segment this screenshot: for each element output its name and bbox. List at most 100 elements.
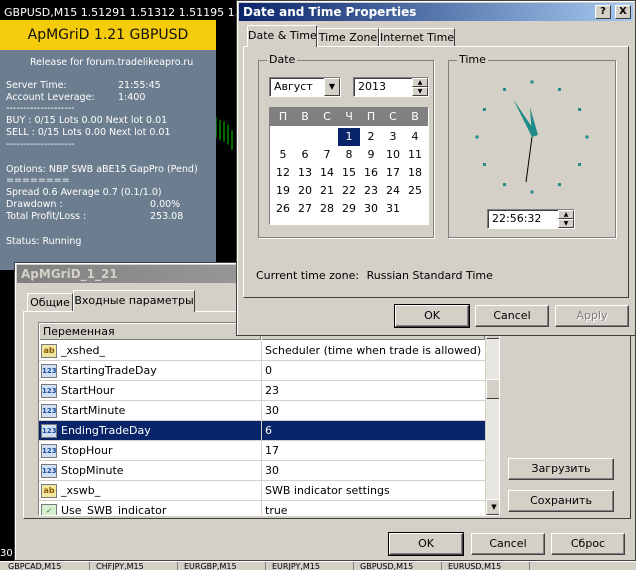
calendar-day[interactable]: 24 bbox=[382, 182, 404, 200]
chart-tab[interactable]: GBPCAD,M15 bbox=[4, 562, 90, 570]
ok-button[interactable]: OK bbox=[388, 532, 464, 556]
parameter-name: EndingTradeDay bbox=[61, 424, 151, 437]
parameter-value[interactable]: 30 bbox=[265, 461, 279, 481]
calendar-day[interactable]: 4 bbox=[404, 128, 426, 146]
datetime-titlebar[interactable]: Date and Time Properties ? X bbox=[239, 3, 633, 21]
tab-inputs[interactable]: Входные параметры bbox=[73, 290, 195, 312]
cancel-button[interactable]: Cancel bbox=[471, 533, 545, 555]
calendar-day[interactable]: 10 bbox=[382, 146, 404, 164]
year-spinner[interactable]: 2013 ▲ ▼ bbox=[353, 77, 429, 97]
chevron-down-icon[interactable]: ▼ bbox=[324, 78, 340, 96]
table-row[interactable]: 123 StartingTradeDay 0 bbox=[39, 361, 485, 381]
number-type-icon: 123 bbox=[41, 424, 57, 438]
calendar-day[interactable]: 31 bbox=[382, 200, 404, 218]
scroll-down-button[interactable]: ▼ bbox=[486, 499, 499, 515]
calendar-day[interactable]: 11 bbox=[404, 146, 426, 164]
calendar-day[interactable]: 1 bbox=[338, 128, 360, 146]
calendar-day[interactable]: 5 bbox=[272, 146, 294, 164]
options-text: Options: NBP SWB aBE15 GapPro (Pend) bbox=[6, 164, 198, 175]
calendar-day[interactable]: 25 bbox=[404, 182, 426, 200]
month-select[interactable]: Август ▼ bbox=[269, 77, 341, 97]
calendar-day[interactable]: 30 bbox=[360, 200, 382, 218]
buy-status: BUY : 0/15 Lots 0.00 Next lot 0.01 bbox=[6, 115, 168, 126]
parameter-value[interactable]: 0 bbox=[265, 361, 272, 381]
calendar-day[interactable]: 19 bbox=[272, 182, 294, 200]
ok-button[interactable]: OK bbox=[394, 304, 470, 328]
tab-internet-time[interactable]: Internet Time bbox=[379, 28, 455, 47]
table-row[interactable]: ✓ Use_SWB_indicator true bbox=[39, 501, 485, 515]
calendar-day[interactable]: 6 bbox=[294, 146, 316, 164]
parameters-table: Переменная ab _xshed_ Scheduler (time when… bbox=[38, 322, 500, 516]
parameter-value[interactable]: true bbox=[265, 501, 288, 515]
spin-up-icon[interactable]: ▲ bbox=[412, 78, 428, 87]
reset-button[interactable]: Сброс bbox=[551, 533, 625, 555]
calendar-day[interactable]: 7 bbox=[316, 146, 338, 164]
chart-tab[interactable]: CHFJPY,M15 bbox=[92, 562, 178, 570]
chart-tab[interactable]: EURUSD,M15 bbox=[444, 562, 530, 570]
calendar-day[interactable]: 15 bbox=[338, 164, 360, 182]
spin-up-icon[interactable]: ▲ bbox=[558, 210, 574, 219]
table-row[interactable]: 123 StartMinute 30 bbox=[39, 401, 485, 421]
parameter-value[interactable]: 6 bbox=[265, 421, 272, 441]
tab-general[interactable]: Общие bbox=[27, 293, 73, 311]
calendar-day[interactable]: 2 bbox=[360, 128, 382, 146]
spin-down-icon[interactable]: ▼ bbox=[412, 87, 428, 96]
save-button[interactable]: Сохранить bbox=[508, 490, 614, 512]
tab-time-zone[interactable]: Time Zone bbox=[317, 28, 379, 47]
table-row[interactable]: 123 StopMinute 30 bbox=[39, 461, 485, 481]
number-type-icon: 123 bbox=[41, 444, 57, 458]
calendar-day[interactable]: 23 bbox=[360, 182, 382, 200]
clock-hour-mark bbox=[503, 183, 506, 187]
chart-tab[interactable]: GBPUSD,M15 bbox=[356, 562, 442, 570]
close-button[interactable]: X bbox=[615, 5, 631, 19]
table-row[interactable]: 123 StopHour 17 bbox=[39, 441, 485, 461]
calendar-day[interactable]: 13 bbox=[294, 164, 316, 182]
tab-time-zone-label: Time Zone bbox=[318, 31, 378, 44]
separator-equals: ======== bbox=[6, 175, 70, 186]
calendar-day[interactable]: 21 bbox=[316, 182, 338, 200]
scroll-thumb[interactable] bbox=[486, 379, 499, 399]
apply-button[interactable]: Apply bbox=[555, 305, 629, 327]
date-groupbox: Date Август ▼ 2013 ▲ ▼ ПВСЧПСВ1234567891… bbox=[258, 53, 434, 238]
chart-tab[interactable]: EURJPY,M15 bbox=[268, 562, 354, 570]
cancel-button[interactable]: Cancel bbox=[475, 305, 549, 327]
calendar-day[interactable]: 12 bbox=[272, 164, 294, 182]
parameter-value[interactable]: SWB indicator settings bbox=[265, 481, 390, 501]
column-header-variable[interactable]: Переменная bbox=[39, 323, 261, 340]
tab-date-time[interactable]: Date & Time bbox=[247, 25, 317, 47]
calendar-day[interactable]: 14 bbox=[316, 164, 338, 182]
calendar-day[interactable]: 29 bbox=[338, 200, 360, 218]
table-scrollbar[interactable]: ▲ ▼ bbox=[485, 323, 499, 515]
calendar-day[interactable]: 17 bbox=[382, 164, 404, 182]
calendar-day[interactable]: 3 bbox=[382, 128, 404, 146]
time-spinner[interactable]: 22:56:32 ▲ ▼ bbox=[487, 209, 575, 229]
chart-tab[interactable]: EURGBP,M15 bbox=[180, 562, 266, 570]
string-type-icon: ab bbox=[41, 484, 57, 498]
parameter-value[interactable]: 23 bbox=[265, 381, 279, 401]
table-row[interactable]: ab _xshed_ Scheduler (time when trade is a… bbox=[39, 341, 485, 361]
parameter-value[interactable]: 30 bbox=[265, 401, 279, 421]
parameter-value[interactable]: 17 bbox=[265, 441, 279, 461]
calendar-day[interactable]: 26 bbox=[272, 200, 294, 218]
calendar-day[interactable]: 22 bbox=[338, 182, 360, 200]
cell-divider bbox=[261, 421, 262, 441]
calendar-day[interactable]: 18 bbox=[404, 164, 426, 182]
calendar-day[interactable]: 20 bbox=[294, 182, 316, 200]
clock-hour-mark bbox=[482, 163, 486, 166]
calendar-day[interactable]: 27 bbox=[294, 200, 316, 218]
help-button[interactable]: ? bbox=[595, 5, 611, 19]
parameter-value[interactable]: Scheduler (time when trade is allowed) bbox=[265, 341, 481, 361]
calendar-day[interactable]: 28 bbox=[316, 200, 338, 218]
calendar-day[interactable]: 9 bbox=[360, 146, 382, 164]
profit-value: 253.08 bbox=[150, 211, 184, 222]
load-button[interactable]: Загрузить bbox=[508, 458, 614, 480]
table-row[interactable]: 123 EndingTradeDay 6 bbox=[39, 421, 485, 441]
calendar[interactable]: П В С Ч П С В 1 2 3 4 5 6 7 8 9 10 11 12 13 14 15 16 17 18 19 20 21… bbox=[269, 107, 429, 225]
table-row[interactable]: 123 StartHour 23 bbox=[39, 381, 485, 401]
ea-status: Status: Running bbox=[6, 236, 82, 247]
clock-hour-mark bbox=[530, 190, 534, 194]
table-row[interactable]: ab _xswb_ SWB indicator settings bbox=[39, 481, 485, 501]
spin-down-icon[interactable]: ▼ bbox=[558, 219, 574, 228]
calendar-day[interactable]: 16 bbox=[360, 164, 382, 182]
calendar-day[interactable]: 8 bbox=[338, 146, 360, 164]
